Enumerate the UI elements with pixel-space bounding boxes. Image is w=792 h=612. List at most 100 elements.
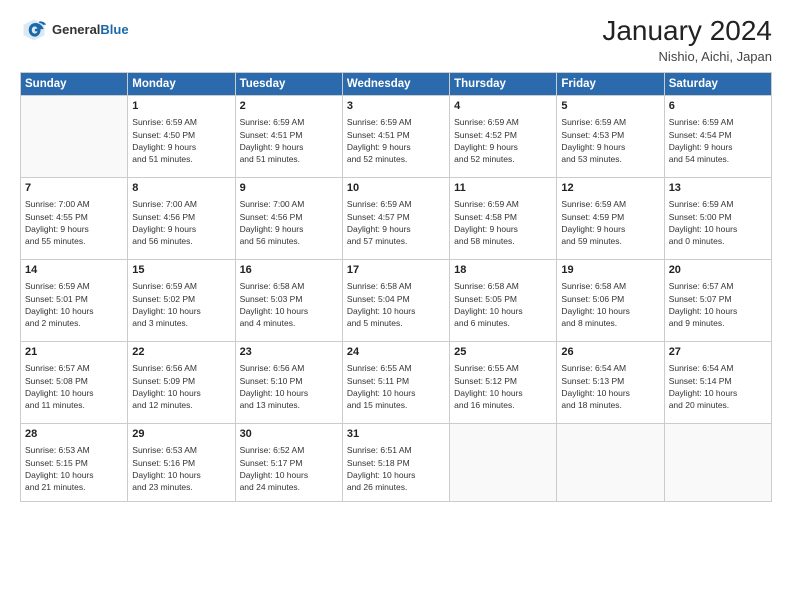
weekday-header-tuesday: Tuesday (235, 72, 342, 95)
calendar-cell: 10 Sunrise: 6:59 AMSunset: 4:57 PMDayligh… (342, 177, 449, 259)
logo: GeneralBlue (20, 16, 129, 44)
day-info: Sunrise: 6:57 AMSunset: 5:08 PMDaylight:… (25, 362, 123, 411)
day-info: Sunrise: 6:59 AMSunset: 5:02 PMDaylight:… (132, 280, 230, 329)
day-info: Sunrise: 6:59 AMSunset: 4:53 PMDaylight:… (561, 116, 659, 165)
calendar-cell: 6 Sunrise: 6:59 AMSunset: 4:54 PMDaylight… (664, 95, 771, 177)
calendar-cell: 15 Sunrise: 6:59 AMSunset: 5:02 PMDayligh… (128, 259, 235, 341)
calendar-cell: 24 Sunrise: 6:55 AMSunset: 5:11 PMDayligh… (342, 341, 449, 423)
day-info: Sunrise: 6:55 AMSunset: 5:12 PMDaylight:… (454, 362, 552, 411)
day-number: 7 (25, 181, 123, 196)
calendar-cell: 12 Sunrise: 6:59 AMSunset: 4:59 PMDayligh… (557, 177, 664, 259)
logo-text: GeneralBlue (52, 22, 129, 38)
day-number: 20 (669, 263, 767, 278)
day-number: 27 (669, 345, 767, 360)
weekday-header-sunday: Sunday (21, 72, 128, 95)
calendar-cell: 9 Sunrise: 7:00 AMSunset: 4:56 PMDaylight… (235, 177, 342, 259)
day-info: Sunrise: 6:55 AMSunset: 5:11 PMDaylight:… (347, 362, 445, 411)
calendar-cell: 8 Sunrise: 7:00 AMSunset: 4:56 PMDaylight… (128, 177, 235, 259)
weekday-header-friday: Friday (557, 72, 664, 95)
day-number: 2 (240, 99, 338, 114)
calendar-week-4: 28 Sunrise: 6:53 AMSunset: 5:15 PMDayligh… (21, 423, 772, 501)
day-info: Sunrise: 6:59 AMSunset: 4:51 PMDaylight:… (347, 116, 445, 165)
logo-icon (20, 16, 48, 44)
calendar-cell: 17Sunrise: 6:58 AMSunset: 5:04 PMDayligh… (342, 259, 449, 341)
day-info: Sunrise: 7:00 AMSunset: 4:56 PMDaylight:… (132, 198, 230, 247)
calendar-cell: 28 Sunrise: 6:53 AMSunset: 5:15 PMDayligh… (21, 423, 128, 501)
day-number: 15 (132, 263, 230, 278)
day-number: 5 (561, 99, 659, 114)
calendar-cell: 19Sunrise: 6:58 AMSunset: 5:06 PMDayligh… (557, 259, 664, 341)
day-info: Sunrise: 6:59 AMSunset: 5:00 PMDaylight:… (669, 198, 767, 247)
day-info: Sunrise: 6:53 AMSunset: 5:16 PMDaylight:… (132, 444, 230, 493)
calendar-cell (664, 423, 771, 501)
month-title: January 2024 (602, 16, 772, 47)
day-info: Sunrise: 6:58 AMSunset: 5:04 PMDaylight:… (347, 280, 445, 329)
calendar-week-0: 1Sunrise: 6:59 AMSunset: 4:50 PMDaylight… (21, 95, 772, 177)
day-number: 16 (240, 263, 338, 278)
day-number: 9 (240, 181, 338, 196)
day-info: Sunrise: 6:54 AMSunset: 5:14 PMDaylight:… (669, 362, 767, 411)
calendar-cell (21, 95, 128, 177)
day-info: Sunrise: 6:59 AMSunset: 4:51 PMDaylight:… (240, 116, 338, 165)
calendar-cell: 20Sunrise: 6:57 AMSunset: 5:07 PMDayligh… (664, 259, 771, 341)
day-number: 29 (132, 427, 230, 442)
weekday-header-monday: Monday (128, 72, 235, 95)
day-info: Sunrise: 7:00 AMSunset: 4:55 PMDaylight:… (25, 198, 123, 247)
weekday-header-row: SundayMondayTuesdayWednesdayThursdayFrid… (21, 72, 772, 95)
calendar-cell: 2 Sunrise: 6:59 AMSunset: 4:51 PMDaylight… (235, 95, 342, 177)
calendar-cell: 1Sunrise: 6:59 AMSunset: 4:50 PMDaylight… (128, 95, 235, 177)
day-info: Sunrise: 6:58 AMSunset: 5:03 PMDaylight:… (240, 280, 338, 329)
day-number: 24 (347, 345, 445, 360)
day-info: Sunrise: 6:51 AMSunset: 5:18 PMDaylight:… (347, 444, 445, 493)
weekday-header-saturday: Saturday (664, 72, 771, 95)
day-number: 22 (132, 345, 230, 360)
day-number: 28 (25, 427, 123, 442)
day-number: 12 (561, 181, 659, 196)
day-number: 11 (454, 181, 552, 196)
day-number: 3 (347, 99, 445, 114)
day-info: Sunrise: 7:00 AMSunset: 4:56 PMDaylight:… (240, 198, 338, 247)
day-info: Sunrise: 6:59 AMSunset: 4:59 PMDaylight:… (561, 198, 659, 247)
calendar-cell: 30Sunrise: 6:52 AMSunset: 5:17 PMDayligh… (235, 423, 342, 501)
day-number: 23 (240, 345, 338, 360)
calendar-cell: 29 Sunrise: 6:53 AMSunset: 5:16 PMDayligh… (128, 423, 235, 501)
location-subtitle: Nishio, Aichi, Japan (602, 49, 772, 64)
calendar-cell: 13 Sunrise: 6:59 AMSunset: 5:00 PMDayligh… (664, 177, 771, 259)
calendar-week-2: 14Sunrise: 6:59 AMSunset: 5:01 PMDayligh… (21, 259, 772, 341)
calendar-cell: 31 Sunrise: 6:51 AMSunset: 5:18 PMDayligh… (342, 423, 449, 501)
calendar-cell (557, 423, 664, 501)
day-number: 30 (240, 427, 338, 442)
calendar-cell: 25 Sunrise: 6:55 AMSunset: 5:12 PMDayligh… (450, 341, 557, 423)
logo-general: General (52, 22, 100, 37)
day-info: Sunrise: 6:59 AMSunset: 4:57 PMDaylight:… (347, 198, 445, 247)
day-info: Sunrise: 6:59 AMSunset: 5:01 PMDaylight:… (25, 280, 123, 329)
day-number: 13 (669, 181, 767, 196)
calendar-cell: 26Sunrise: 6:54 AMSunset: 5:13 PMDayligh… (557, 341, 664, 423)
day-info: Sunrise: 6:58 AMSunset: 5:06 PMDaylight:… (561, 280, 659, 329)
calendar-table: SundayMondayTuesdayWednesdayThursdayFrid… (20, 72, 772, 502)
calendar-week-3: 21 Sunrise: 6:57 AMSunset: 5:08 PMDayligh… (21, 341, 772, 423)
day-info: Sunrise: 6:59 AMSunset: 4:52 PMDaylight:… (454, 116, 552, 165)
calendar-cell: 16 Sunrise: 6:58 AMSunset: 5:03 PMDayligh… (235, 259, 342, 341)
calendar-cell: 3 Sunrise: 6:59 AMSunset: 4:51 PMDaylight… (342, 95, 449, 177)
day-number: 6 (669, 99, 767, 114)
calendar-cell: 7 Sunrise: 7:00 AMSunset: 4:55 PMDaylight… (21, 177, 128, 259)
day-number: 10 (347, 181, 445, 196)
day-number: 21 (25, 345, 123, 360)
day-number: 31 (347, 427, 445, 442)
calendar-cell: 23Sunrise: 6:56 AMSunset: 5:10 PMDayligh… (235, 341, 342, 423)
day-number: 18 (454, 263, 552, 278)
day-info: Sunrise: 6:59 AMSunset: 4:54 PMDaylight:… (669, 116, 767, 165)
day-number: 25 (454, 345, 552, 360)
day-number: 4 (454, 99, 552, 114)
calendar-cell: 11 Sunrise: 6:59 AMSunset: 4:58 PMDayligh… (450, 177, 557, 259)
day-number: 8 (132, 181, 230, 196)
day-info: Sunrise: 6:59 AMSunset: 4:58 PMDaylight:… (454, 198, 552, 247)
calendar-cell: 18Sunrise: 6:58 AMSunset: 5:05 PMDayligh… (450, 259, 557, 341)
page: GeneralBlue January 2024 Nishio, Aichi, … (0, 0, 792, 612)
calendar-cell: 27 Sunrise: 6:54 AMSunset: 5:14 PMDayligh… (664, 341, 771, 423)
logo-blue: Blue (100, 22, 128, 37)
calendar-cell: 4 Sunrise: 6:59 AMSunset: 4:52 PMDaylight… (450, 95, 557, 177)
day-info: Sunrise: 6:53 AMSunset: 5:15 PMDaylight:… (25, 444, 123, 493)
day-info: Sunrise: 6:56 AMSunset: 5:09 PMDaylight:… (132, 362, 230, 411)
